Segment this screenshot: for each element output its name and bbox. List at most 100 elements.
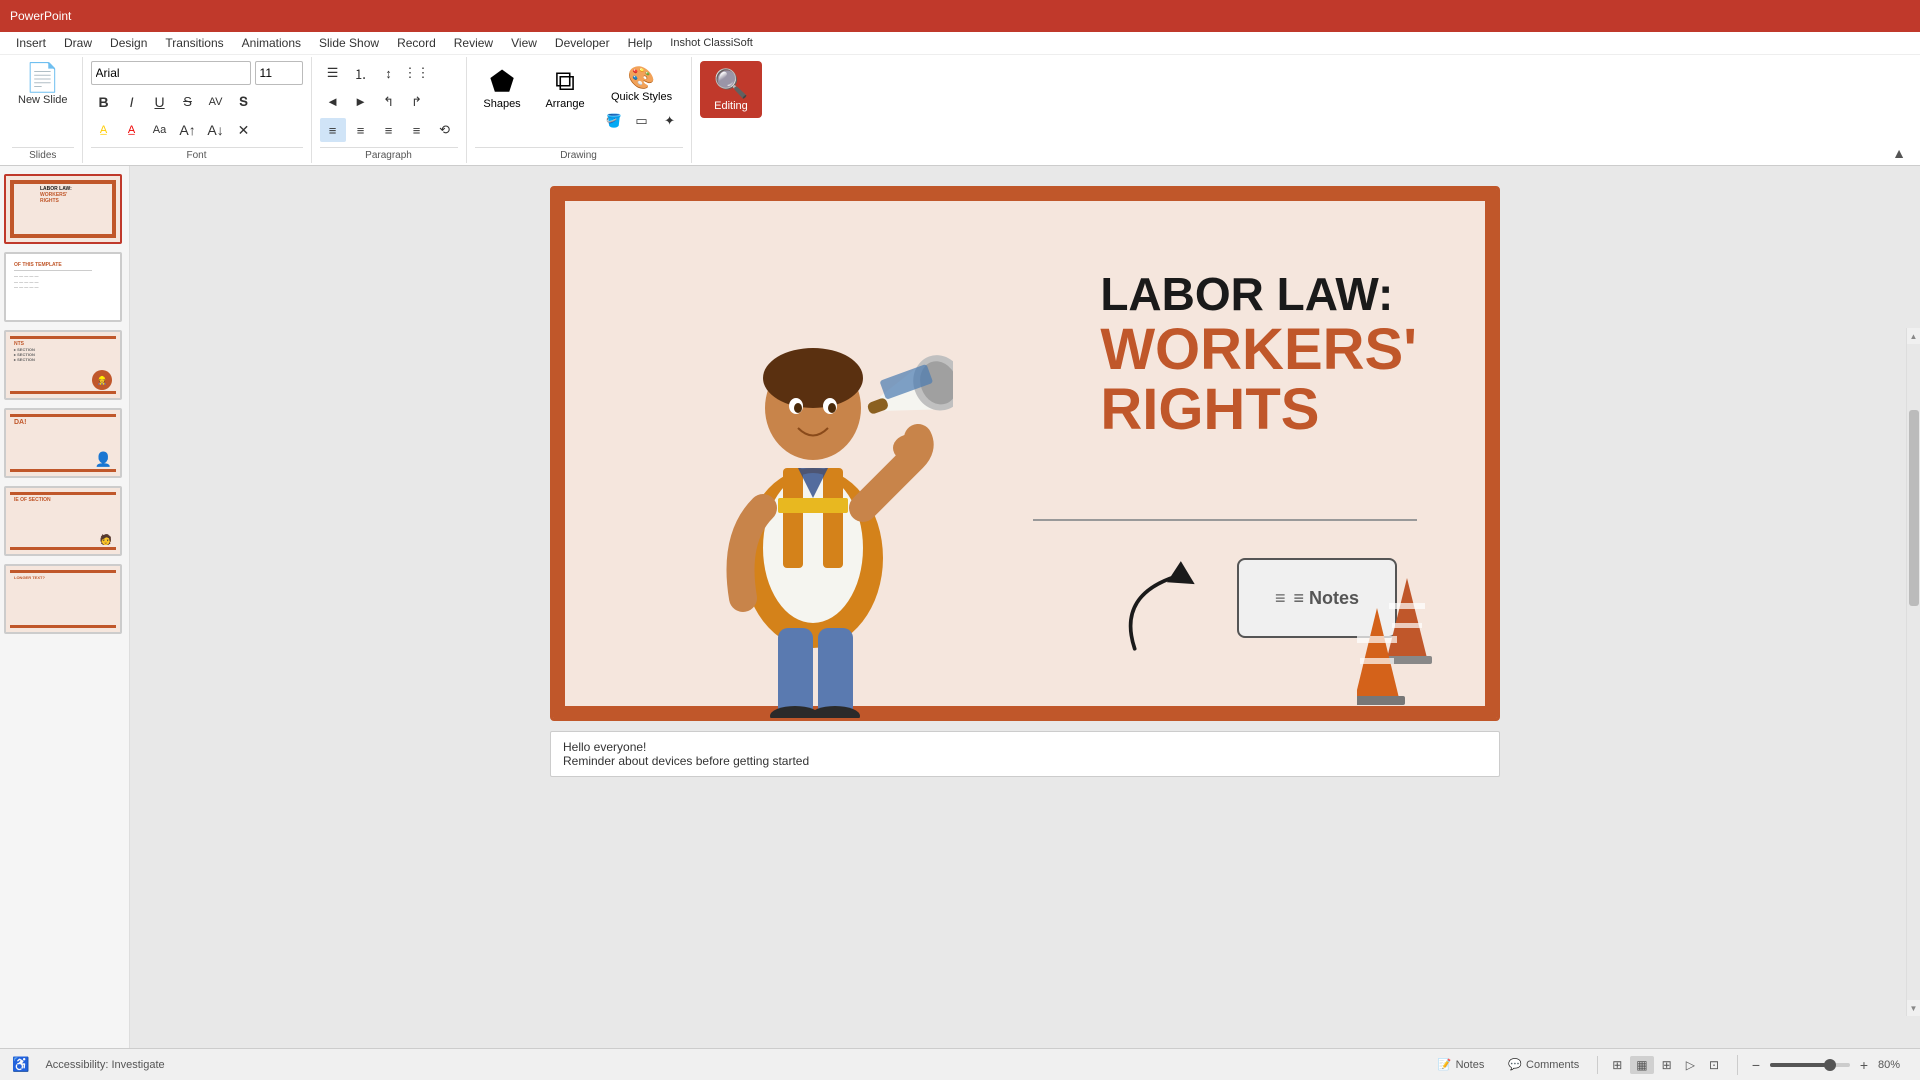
align-justify[interactable]: ≡: [404, 118, 430, 142]
tab-transitions[interactable]: Transitions: [157, 34, 231, 52]
format-buttons: 🪣 ▭ ✦: [601, 109, 683, 133]
scroll-down-button[interactable]: ▼: [1907, 1000, 1920, 1016]
italic-button[interactable]: I: [119, 90, 145, 114]
tab-developer[interactable]: Developer: [547, 34, 618, 52]
arrange-icon: ⧉: [555, 65, 575, 98]
scroll-track[interactable]: [1907, 344, 1920, 1000]
notes-status-icon: 📝: [1438, 1058, 1452, 1071]
slide-title-sub2: RIGHTS: [1100, 380, 1417, 441]
align-left[interactable]: ≡: [320, 118, 346, 142]
new-slide-button[interactable]: 📄 New Slide: [12, 57, 74, 110]
zoom-slider[interactable]: [1770, 1063, 1850, 1067]
ltr-button[interactable]: ↱: [404, 90, 430, 114]
effects-button[interactable]: ✦: [657, 109, 683, 133]
align-center[interactable]: ≡: [348, 118, 374, 142]
font-color-highlight[interactable]: A̲: [91, 118, 117, 142]
char-spacing-button[interactable]: AV: [203, 90, 229, 114]
outline-button[interactable]: ▭: [629, 109, 655, 133]
indent-decrease[interactable]: ◄: [320, 90, 346, 114]
slide-title-block: LABOR LAW: WORKERS' RIGHTS: [1100, 269, 1417, 441]
zoom-in-button[interactable]: +: [1854, 1055, 1874, 1075]
tab-draw[interactable]: Draw: [56, 34, 100, 52]
tab-record[interactable]: Record: [389, 34, 444, 52]
font-row1: [91, 61, 303, 85]
scroll-thumb: [1909, 410, 1919, 607]
rtl-button[interactable]: ↰: [376, 90, 402, 114]
arrange-button[interactable]: ⧉ Arrange: [538, 61, 593, 114]
zoom-level-label: 80%: [1878, 1059, 1908, 1071]
tab-insert[interactable]: Insert: [8, 34, 54, 52]
tab-design[interactable]: Design: [102, 34, 155, 52]
font-row3: A̲ A̲ Aa A↑ A↓ ✕: [91, 118, 303, 142]
shadow-button[interactable]: 𝐒: [231, 90, 257, 114]
quick-styles-group: 🎨 Quick Styles 🪣 ▭ ✦: [601, 61, 683, 133]
zoom-out-button[interactable]: −: [1746, 1055, 1766, 1075]
slide-thumb-3-content: NTS ▸ SECTION ▸ SECTION ▸ SECTION 👷: [6, 332, 120, 398]
linespacing-button[interactable]: ↕: [376, 61, 402, 85]
tab-review[interactable]: Review: [446, 34, 501, 52]
shapes-button[interactable]: ⬟ Shapes: [475, 61, 530, 114]
numbering-button[interactable]: ⒈: [348, 61, 374, 85]
editing-button[interactable]: 🔍 Editing: [700, 61, 763, 118]
accessibility-icon[interactable]: ♿: [12, 1056, 29, 1073]
clear-format[interactable]: ✕: [231, 118, 257, 142]
normal-view-button[interactable]: ▦: [1630, 1056, 1653, 1074]
slide-canvas[interactable]: LABOR LAW: WORKERS' RIGHTS: [550, 186, 1500, 721]
tab-help[interactable]: Help: [620, 34, 661, 52]
para-row1: ☰ ⒈ ↕ ⋮⋮: [320, 61, 458, 85]
zoom-thumb: [1824, 1059, 1836, 1071]
columns-button[interactable]: ⋮⋮: [404, 61, 430, 85]
slideshow-view-button[interactable]: ⊡: [1703, 1056, 1725, 1074]
font-grow[interactable]: A↑: [175, 118, 201, 142]
slide-thumb-2[interactable]: OF THIS TEMPLATE — — — — — — — — — — — —…: [4, 252, 122, 322]
slide-thumb-5[interactable]: IE OF SECTION 🧑: [4, 486, 122, 556]
slide-thumb-4-content: DA! 👤: [6, 410, 120, 476]
tab-inshot[interactable]: Inshot ClassiSoft: [662, 35, 761, 51]
editing-area: LABOR LAW: WORKERS' RIGHTS: [130, 166, 1920, 1048]
slide-thumb-4[interactable]: DA! 👤: [4, 408, 122, 478]
ribbon-collapse-button[interactable]: ▲: [1892, 145, 1906, 161]
font-color-button[interactable]: A̲: [119, 118, 145, 142]
quick-styles-label: Quick Styles: [611, 91, 672, 103]
bold-button[interactable]: B: [91, 90, 117, 114]
font-size-large[interactable]: Aa: [147, 118, 173, 142]
font-group: B I U S AV 𝐒 A̲ A̲ Aa A↑ A↓ ✕ Font: [83, 57, 312, 163]
paragraph-group: ☰ ⒈ ↕ ⋮⋮ ◄ ► ↰ ↱ ≡ ≡ ≡ ≡ ⟲ Paragraph: [312, 57, 467, 163]
slide-thumb-6[interactable]: LONGER TEXT?: [4, 564, 122, 634]
tab-animations[interactable]: Animations: [234, 34, 309, 52]
slide-thumb-1[interactable]: LABOR LAW: WORKERS' RIGHTS: [4, 174, 122, 244]
underline-button[interactable]: U: [147, 90, 173, 114]
shapes-label: Shapes: [483, 98, 520, 110]
font-shrink[interactable]: A↓: [203, 118, 229, 142]
tab-view[interactable]: View: [503, 34, 545, 52]
notes-arrow: [1107, 538, 1227, 658]
scroll-up-button[interactable]: ▲: [1907, 328, 1920, 344]
fill-button[interactable]: 🪣: [601, 109, 627, 133]
quick-styles-button[interactable]: 🎨 Quick Styles: [607, 61, 676, 107]
align-right[interactable]: ≡: [376, 118, 402, 142]
notes-status-button[interactable]: 📝 Notes: [1432, 1056, 1490, 1073]
worker-illustration: [673, 238, 953, 718]
comments-status-button[interactable]: 💬 Comments: [1502, 1056, 1585, 1073]
reading-view-button[interactable]: ▷: [1680, 1056, 1701, 1074]
font-name-input[interactable]: [91, 61, 251, 85]
editing-group: 🔍 Editing: [692, 57, 771, 163]
slide-sorter-button[interactable]: ⊞: [1656, 1056, 1678, 1074]
slide-title-main: LABOR LAW:: [1100, 269, 1417, 320]
slides-section-label: Slides: [12, 147, 74, 161]
paragraph-section-label: Paragraph: [320, 147, 458, 161]
quick-styles-icon: 🎨: [628, 65, 655, 91]
strikethrough-button[interactable]: S: [175, 90, 201, 114]
notes-callout-label: ≡ Notes: [1294, 588, 1360, 609]
text-direction[interactable]: ⟲: [432, 118, 458, 142]
slide-thumb-3[interactable]: NTS ▸ SECTION ▸ SECTION ▸ SECTION 👷: [4, 330, 122, 400]
title-bar: PowerPoint: [0, 0, 1920, 32]
tab-slideshow[interactable]: Slide Show: [311, 34, 387, 52]
accessibility-view-button[interactable]: ⊞: [1606, 1056, 1628, 1074]
indent-increase[interactable]: ►: [348, 90, 374, 114]
new-slide-icon: 📄: [25, 61, 60, 94]
bullets-button[interactable]: ☰: [320, 61, 346, 85]
notes-area: Hello everyone! Reminder about devices b…: [550, 731, 1500, 777]
view-buttons: ⊞ ▦ ⊞ ▷ ⊡: [1597, 1056, 1725, 1074]
font-size-input[interactable]: [255, 61, 303, 85]
